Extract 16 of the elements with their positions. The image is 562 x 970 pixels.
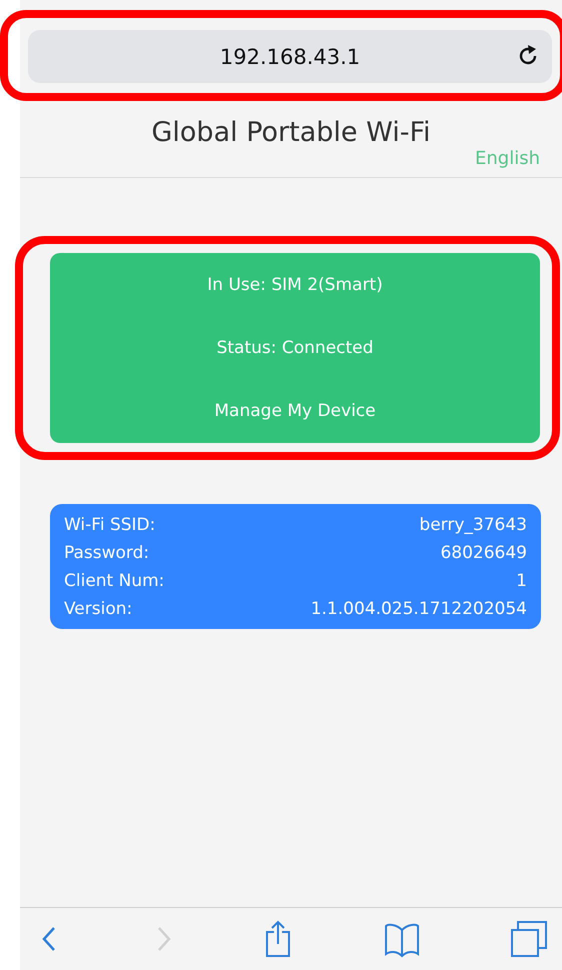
address-field[interactable]: 192.168.43.1: [28, 30, 552, 83]
tabs-icon[interactable]: [510, 920, 548, 958]
info-value: berry_37643: [419, 514, 527, 537]
info-value: 1: [516, 570, 527, 593]
status-text: Manage My Device: [214, 401, 376, 422]
url-text: 192.168.43.1: [220, 44, 360, 68]
info-label: Wi-Fi SSID:: [64, 514, 156, 537]
info-value: 1.1.004.025.1712202054: [310, 598, 527, 621]
info-label: Version:: [64, 598, 132, 621]
info-label: Password:: [64, 542, 150, 565]
status-text: Status: Connected: [216, 338, 374, 358]
share-icon[interactable]: [263, 920, 293, 958]
info-value: 68026649: [440, 542, 527, 565]
info-label: Client Num:: [64, 570, 164, 593]
status-text: In Use: SIM 2(Smart): [207, 274, 383, 295]
page-title: Global Portable Wi-Fi: [150, 117, 432, 148]
